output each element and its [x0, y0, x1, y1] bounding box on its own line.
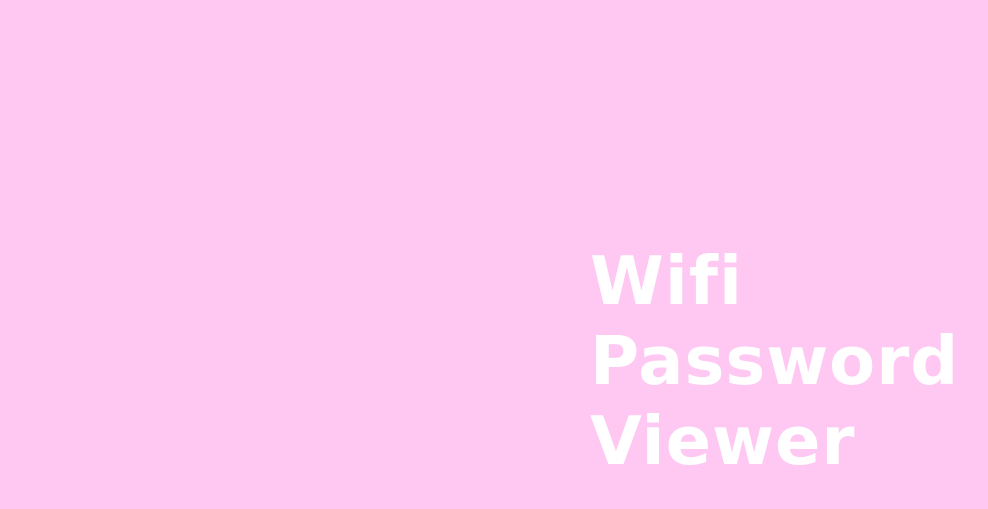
app-title: Wifi Password Viewer [590, 241, 980, 481]
app-title-line-1: Wifi [590, 242, 743, 320]
app-title-line-3: Viewer [590, 402, 856, 480]
splash-screen: Wifi Password Viewer [0, 0, 988, 509]
app-title-line-2: Password [590, 322, 960, 400]
